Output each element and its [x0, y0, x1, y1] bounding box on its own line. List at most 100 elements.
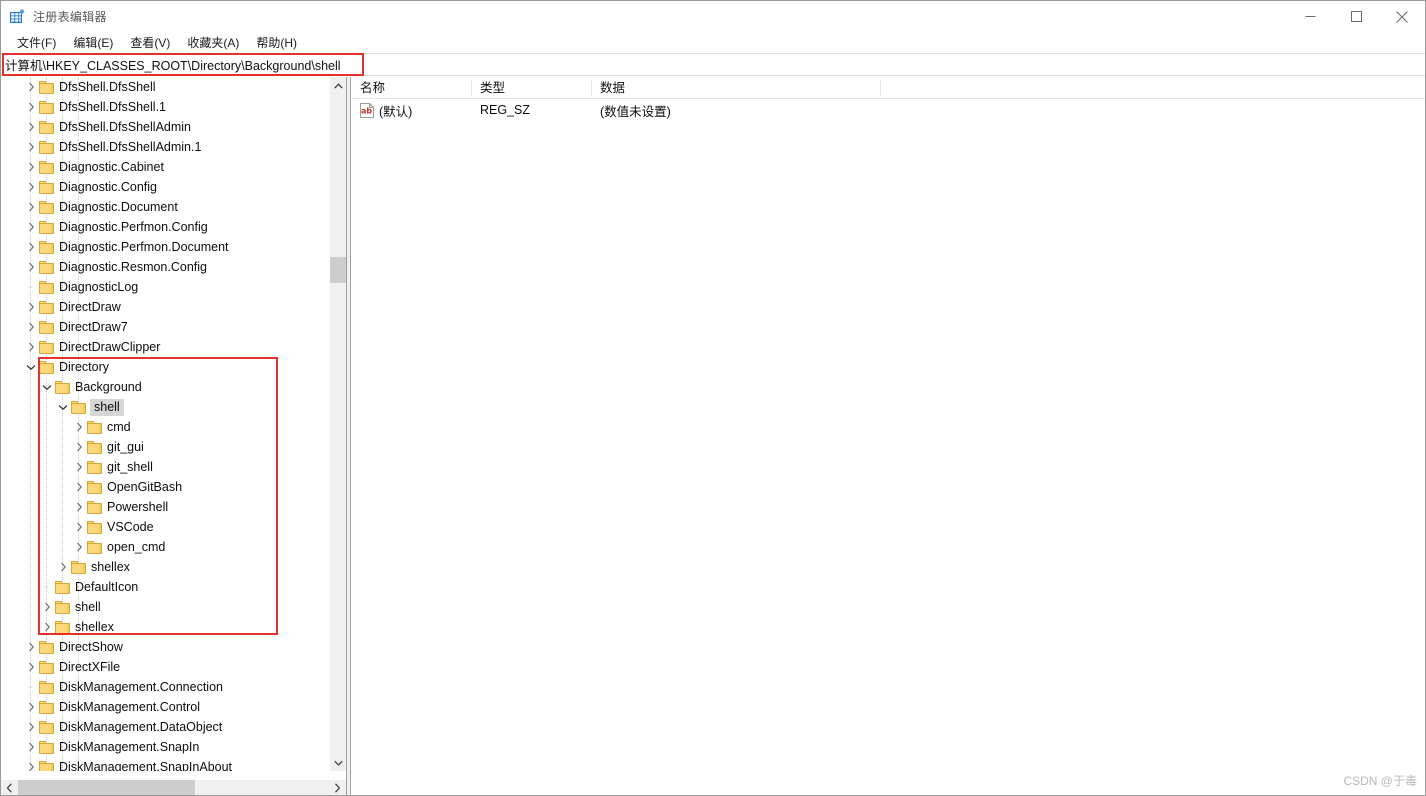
tree-item-selected[interactable]: shell: [1, 397, 329, 417]
tree-item[interactable]: DiskManagement.Control: [1, 697, 329, 717]
tree-item[interactable]: DirectShow: [1, 637, 329, 657]
tree-vertical-scrollbar[interactable]: [329, 77, 346, 771]
tree-item[interactable]: DirectDraw7: [1, 317, 329, 337]
chevron-right-icon[interactable]: [71, 457, 87, 477]
tree-item[interactable]: DfsShell.DfsShell.1: [1, 97, 329, 117]
tree-item[interactable]: git_shell: [1, 457, 329, 477]
menu-item-help[interactable]: 帮助(H): [248, 32, 305, 53]
tree-item-label: Diagnostic.Resmon.Config: [59, 260, 207, 274]
chevron-right-icon[interactable]: [71, 417, 87, 437]
scroll-left-arrow-icon[interactable]: [1, 780, 18, 796]
tree-item[interactable]: DfsShell.DfsShellAdmin: [1, 117, 329, 137]
chevron-right-icon[interactable]: [23, 717, 39, 737]
chevron-right-icon[interactable]: [23, 657, 39, 677]
tree-item[interactable]: Powershell: [1, 497, 329, 517]
values-row[interactable]: ab (默认) REG_SZ (数值未设置): [352, 99, 1425, 121]
tree-item[interactable]: Directory: [1, 357, 329, 377]
menu-item-favorites[interactable]: 收藏夹(A): [179, 32, 247, 53]
menu-item-view[interactable]: 查看(V): [122, 32, 178, 53]
tree-item[interactable]: cmd: [1, 417, 329, 437]
tree-item[interactable]: DefaultIcon: [1, 577, 329, 597]
chevron-right-icon[interactable]: [39, 617, 55, 637]
tree-item[interactable]: OpenGitBash: [1, 477, 329, 497]
chevron-right-icon[interactable]: [71, 537, 87, 557]
menu-item-edit[interactable]: 编辑(E): [65, 32, 121, 53]
tree-item[interactable]: DiskManagement.SnapInAbout: [1, 757, 329, 771]
chevron-right-icon[interactable]: [23, 317, 39, 337]
chevron-right-icon[interactable]: [71, 477, 87, 497]
tree-item[interactable]: Diagnostic.Perfmon.Config: [1, 217, 329, 237]
column-header-type[interactable]: 类型: [472, 77, 592, 99]
tree-scrollbar-thumb[interactable]: [330, 257, 346, 283]
folder-icon: [39, 140, 54, 154]
folder-icon: [39, 220, 54, 234]
chevron-right-icon[interactable]: [23, 77, 39, 97]
tree-item[interactable]: open_cmd: [1, 537, 329, 557]
chevron-right-icon[interactable]: [39, 597, 55, 617]
chevron-right-icon[interactable]: [23, 97, 39, 117]
scroll-down-arrow-icon[interactable]: [330, 754, 346, 771]
chevron-right-icon[interactable]: [23, 177, 39, 197]
chevron-right-icon[interactable]: [23, 297, 39, 317]
tree-item[interactable]: Diagnostic.Config: [1, 177, 329, 197]
chevron-right-icon[interactable]: [71, 517, 87, 537]
tree-item[interactable]: DfsShell.DfsShell: [1, 77, 329, 97]
chevron-right-icon[interactable]: [23, 117, 39, 137]
tree-item[interactable]: Background: [1, 377, 329, 397]
chevron-right-icon[interactable]: [23, 197, 39, 217]
chevron-down-icon[interactable]: [23, 357, 39, 377]
tree-item-label: DiskManagement.SnapInAbout: [59, 760, 233, 771]
chevron-right-icon[interactable]: [23, 237, 39, 257]
chevron-right-icon[interactable]: [71, 497, 87, 517]
tree-item[interactable]: Diagnostic.Document: [1, 197, 329, 217]
tree-leaf-spacer: [23, 677, 39, 697]
chevron-right-icon[interactable]: [23, 337, 39, 357]
tree-item[interactable]: DiskManagement.DataObject: [1, 717, 329, 737]
scroll-up-arrow-icon[interactable]: [330, 77, 346, 94]
tree-item[interactable]: DiskManagement.Connection: [1, 677, 329, 697]
values-cell-data: (数值未设置): [600, 104, 671, 119]
chevron-right-icon[interactable]: [23, 737, 39, 757]
pane-splitter[interactable]: [346, 77, 351, 795]
chevron-right-icon[interactable]: [23, 157, 39, 177]
chevron-down-icon[interactable]: [55, 397, 71, 417]
tree-item[interactable]: DiagnosticLog: [1, 277, 329, 297]
tree-item[interactable]: Diagnostic.Cabinet: [1, 157, 329, 177]
minimize-button[interactable]: [1287, 1, 1333, 32]
chevron-right-icon[interactable]: [23, 757, 39, 771]
tree-item[interactable]: Diagnostic.Perfmon.Document: [1, 237, 329, 257]
chevron-right-icon[interactable]: [23, 217, 39, 237]
chevron-right-icon[interactable]: [23, 257, 39, 277]
tree-item[interactable]: Diagnostic.Resmon.Config: [1, 257, 329, 277]
horizontal-scrollbar-thumb[interactable]: [18, 779, 195, 795]
tree-item[interactable]: shellex: [1, 617, 329, 637]
chevron-down-icon[interactable]: [39, 377, 55, 397]
tree-item[interactable]: shell: [1, 597, 329, 617]
tree-horizontal-scrollbar[interactable]: [1, 779, 346, 796]
maximize-button[interactable]: [1333, 1, 1379, 32]
folder-icon: [39, 120, 54, 134]
scroll-right-arrow-icon[interactable]: [329, 780, 346, 796]
chevron-right-icon[interactable]: [23, 137, 39, 157]
column-header-data[interactable]: 数据: [592, 77, 881, 99]
tree-item[interactable]: shellex: [1, 557, 329, 577]
column-header-name[interactable]: 名称: [352, 77, 472, 99]
tree-item[interactable]: DiskManagement.SnapIn: [1, 737, 329, 757]
registry-tree[interactable]: DfsShell.DfsShell DfsShell.DfsShell.1 DfsS…: [1, 77, 329, 771]
chevron-right-icon[interactable]: [55, 557, 71, 577]
horizontal-scroll-track[interactable]: [18, 779, 329, 795]
tree-item[interactable]: DirectDraw: [1, 297, 329, 317]
values-column-header: 名称 类型 数据: [352, 77, 1425, 99]
tree-item[interactable]: DirectXFile: [1, 657, 329, 677]
chevron-right-icon[interactable]: [71, 437, 87, 457]
tree-item[interactable]: VSCode: [1, 517, 329, 537]
folder-icon: [71, 400, 86, 414]
chevron-right-icon[interactable]: [23, 637, 39, 657]
address-bar[interactable]: 计算机\HKEY_CLASSES_ROOT\Directory\Backgrou…: [1, 53, 1425, 76]
tree-item[interactable]: DirectDrawClipper: [1, 337, 329, 357]
chevron-right-icon[interactable]: [23, 697, 39, 717]
close-button[interactable]: [1379, 1, 1425, 32]
tree-item[interactable]: git_gui: [1, 437, 329, 457]
menu-item-file[interactable]: 文件(F): [9, 32, 64, 53]
tree-item[interactable]: DfsShell.DfsShellAdmin.1: [1, 137, 329, 157]
